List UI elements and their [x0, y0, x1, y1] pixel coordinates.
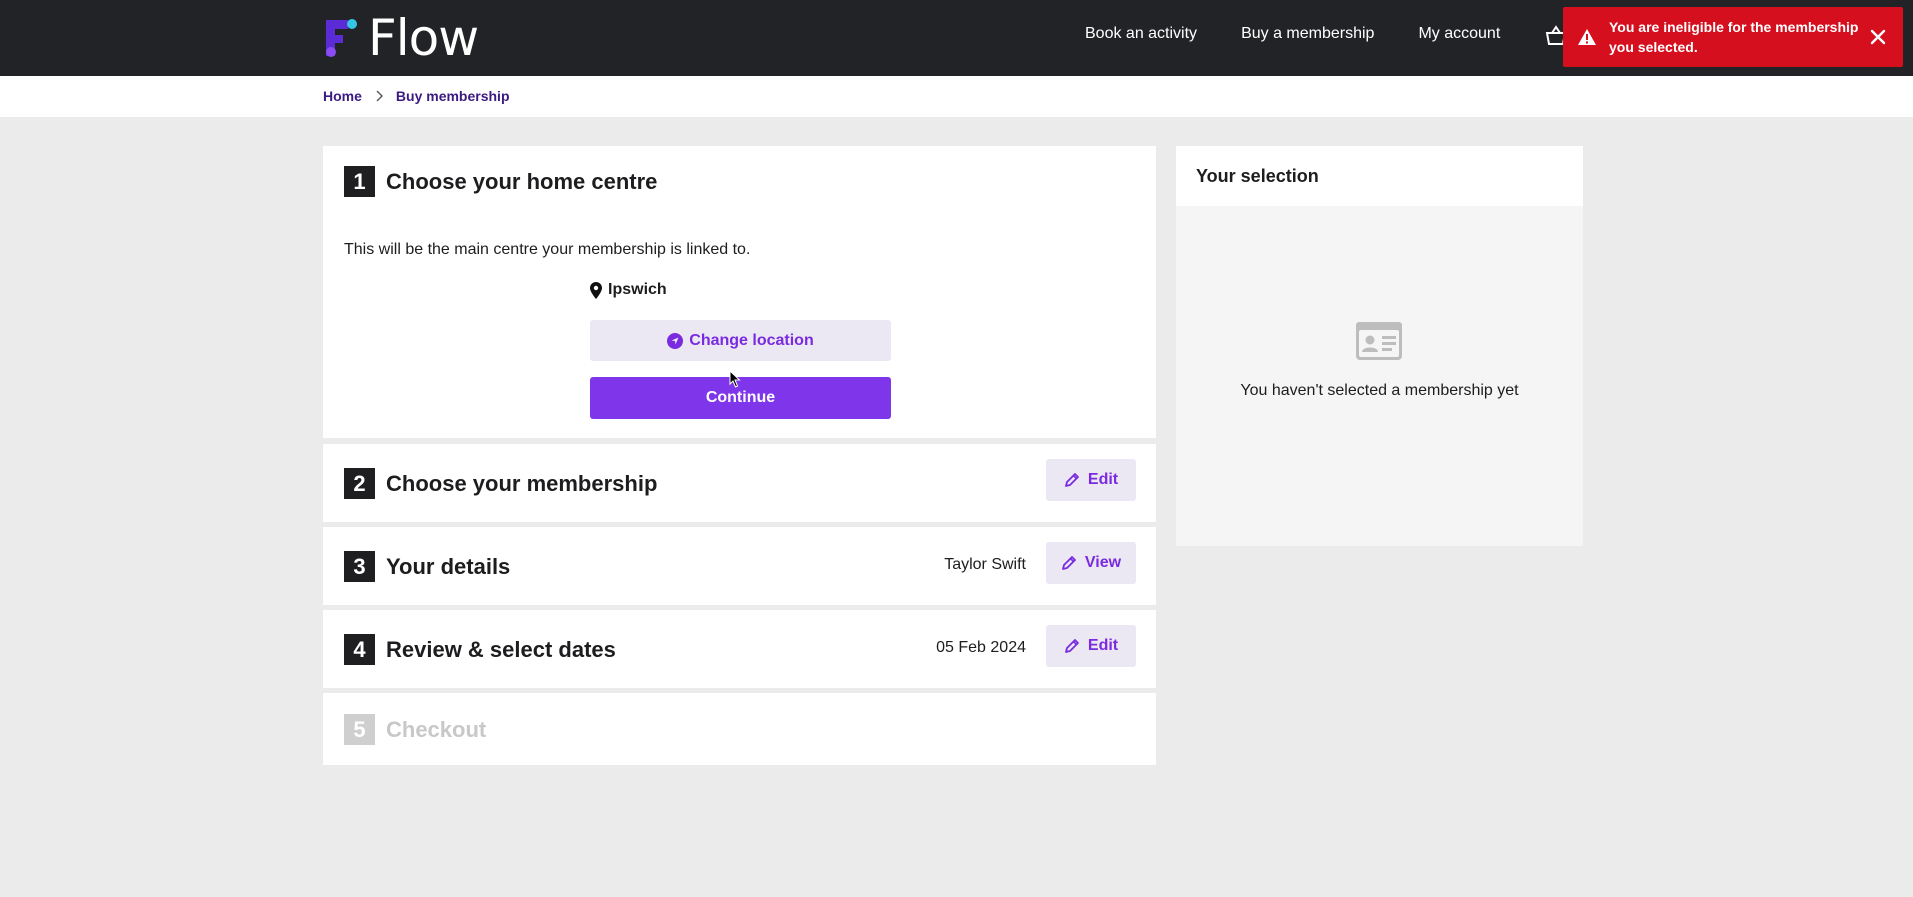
- nav-my-account[interactable]: My account: [1418, 25, 1500, 43]
- edit-dates-button[interactable]: Edit: [1046, 625, 1136, 667]
- breadcrumb-bar: Home Buy membership: [0, 76, 1913, 117]
- warning-icon: [1578, 29, 1596, 45]
- flow-logo-icon: [326, 19, 357, 57]
- step-review-dates: 4 Review & select dates 05 Feb 2024 Edit: [323, 610, 1156, 688]
- step-intro-text: This will be the main centre your member…: [344, 241, 751, 258]
- location-name: Ipswich: [608, 281, 667, 298]
- change-location-button[interactable]: Change location: [590, 320, 891, 361]
- step-number: 3: [344, 551, 375, 582]
- step-checkout: 5 Checkout: [323, 693, 1156, 765]
- change-location-label: Change location: [689, 331, 814, 349]
- error-toast: You are ineligible for the membership yo…: [1563, 7, 1903, 67]
- dates-summary: 05 Feb 2024: [936, 639, 1026, 656]
- location-arrow-icon: [667, 332, 684, 349]
- step-number: 4: [344, 634, 375, 665]
- flow-logo[interactable]: Flow: [326, 9, 479, 67]
- pencil-icon: [1064, 473, 1079, 487]
- view-details-button[interactable]: View: [1046, 542, 1136, 584]
- pencil-icon: [1062, 556, 1076, 570]
- nav-buy-membership[interactable]: Buy a membership: [1241, 25, 1374, 43]
- step-membership: 2 Choose your membership Edit: [323, 444, 1156, 522]
- details-summary: Taylor Swift: [944, 556, 1026, 573]
- mouse-cursor-icon: [729, 370, 741, 388]
- step-header: 4 Review & select dates: [344, 634, 616, 665]
- step-number: 2: [344, 468, 375, 499]
- step-header: 2 Choose your membership: [344, 468, 657, 499]
- chevron-right-icon: [376, 90, 383, 102]
- step-title: Choose your membership: [386, 470, 658, 496]
- step-header: 1 Choose your home centre: [344, 166, 657, 197]
- step-your-details: 3 Your details Taylor Swift View: [323, 527, 1156, 605]
- step-header: 3 Your details: [344, 551, 510, 582]
- nav-book-activity[interactable]: Book an activity: [1085, 25, 1197, 43]
- map-pin-icon: [590, 281, 602, 299]
- edit-label: Edit: [1087, 471, 1119, 488]
- breadcrumb: Home Buy membership: [323, 88, 510, 104]
- close-icon[interactable]: [1867, 26, 1889, 48]
- step-header: 5 Checkout: [344, 714, 486, 745]
- view-label: View: [1084, 554, 1122, 571]
- brand-name: Flow: [368, 9, 479, 67]
- step-number: 5: [344, 714, 375, 745]
- step-title: Review & select dates: [386, 636, 616, 662]
- membership-card-icon: [1356, 322, 1402, 360]
- breadcrumb-home[interactable]: Home: [323, 88, 362, 104]
- selection-title: Your selection: [1176, 146, 1583, 206]
- edit-membership-button[interactable]: Edit: [1046, 459, 1136, 501]
- step-title: Choose your home centre: [386, 168, 658, 194]
- pencil-icon: [1064, 639, 1079, 653]
- edit-label: Edit: [1087, 637, 1119, 654]
- selected-location: Ipswich: [590, 281, 667, 299]
- step-home-centre: 1 Choose your home centre This will be t…: [323, 146, 1156, 438]
- main-nav: Book an activity Buy a membership My acc…: [1085, 25, 1544, 43]
- selection-empty-text: You haven't selected a membership yet: [1240, 382, 1519, 399]
- step-title: Checkout: [386, 716, 487, 742]
- breadcrumb-current[interactable]: Buy membership: [396, 88, 510, 104]
- step-title: Your details: [386, 553, 511, 579]
- step-number: 1: [344, 166, 375, 197]
- selection-panel: Your selection You haven't selected a me…: [1176, 146, 1583, 546]
- toast-message: You are ineligible for the membership yo…: [1609, 19, 1859, 55]
